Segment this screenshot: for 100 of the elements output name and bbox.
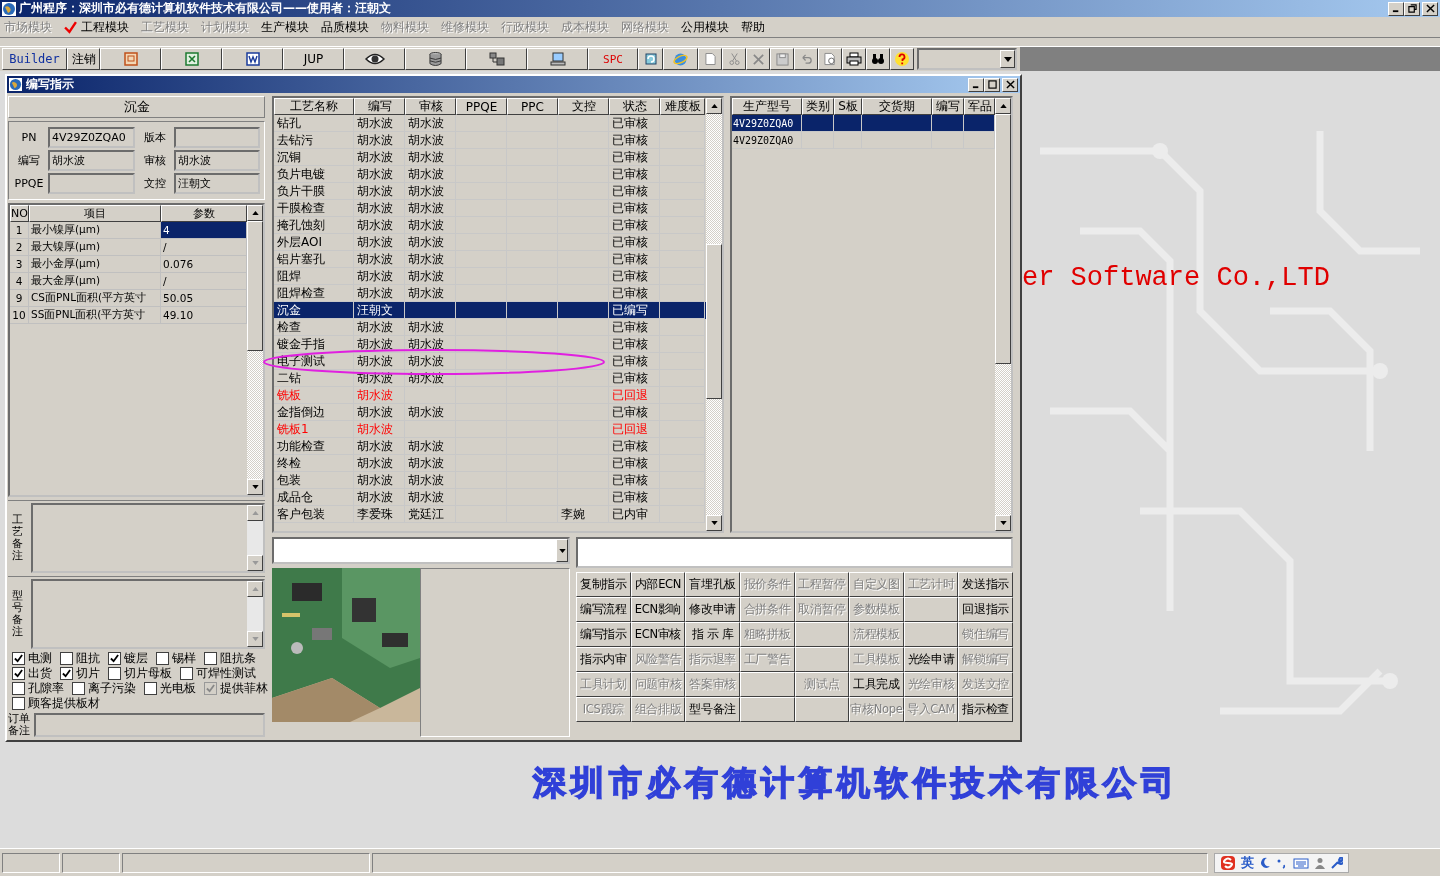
print-button[interactable] [842,48,866,70]
moon-icon[interactable] [1259,856,1271,869]
column-header[interactable]: 生产型号 [732,98,802,115]
text-field[interactable]: 汪朝文 [173,173,260,194]
scroll-down-button[interactable] [247,554,263,571]
table-row[interactable]: 金指倒边 胡水波 胡水波 已审核 [274,404,706,421]
column-header[interactable]: 工艺名称 [274,98,354,115]
action-button[interactable]: 指示内审 [576,647,631,672]
checkbox[interactable] [60,666,73,680]
scrollbar[interactable] [247,504,263,571]
action-button[interactable]: 工具完成 [849,672,904,697]
document-button[interactable] [222,48,283,70]
find-button[interactable] [866,48,890,70]
table-row[interactable]: 负片电镀 胡水波 胡水波 已审核 [274,166,706,183]
computer-button[interactable] [527,48,588,70]
minimize-button[interactable] [968,77,984,92]
checkbox[interactable] [12,681,25,695]
scroll-up-button[interactable] [247,504,263,521]
logout-button[interactable]: 注销 [67,48,100,70]
column-header[interactable]: 编写 [354,98,405,115]
action-button[interactable]: 复制指示 [576,572,631,597]
column-header[interactable]: 文控 [558,98,609,115]
column-header[interactable]: 项目 [29,205,161,222]
text-field[interactable]: 胡水波 [48,150,135,171]
input-mode-toggle[interactable]: 英 [1241,853,1254,872]
action-button[interactable]: 编写流程 [576,597,631,622]
table-row[interactable]: 成品仓 胡水波 胡水波 已审核 [274,489,706,506]
scrollbar[interactable] [247,205,263,495]
menu-item[interactable]: 帮助 [741,18,765,36]
table-row[interactable]: 镀金手指 胡水波 胡水波 已审核 [274,336,706,353]
column-header[interactable]: NO [10,205,29,222]
column-header[interactable]: S板 [834,98,862,115]
scroll-down-button[interactable] [247,478,263,495]
checkbox[interactable] [156,651,169,665]
dropdown[interactable] [272,537,570,564]
checkbox[interactable] [72,681,85,695]
table-row[interactable]: 去钻污 胡水波 胡水波 已审核 [274,132,706,149]
text-field[interactable]: 4V29Z0ZQA0 [48,127,135,148]
scroll-up-button[interactable] [995,98,1011,114]
table-row[interactable]: 包装 胡水波 胡水波 已审核 [274,472,706,489]
jup-button[interactable]: JUP [283,48,344,70]
spreadsheet-button[interactable] [161,48,222,70]
checkbox[interactable] [12,651,25,665]
text-field[interactable] [173,127,260,148]
checkbox[interactable] [12,666,25,680]
eye-button[interactable] [344,48,405,70]
menu-item[interactable]: 公用模块 [681,18,729,36]
text-field[interactable] [48,173,135,194]
table-row[interactable]: 4V29Z0ZQA0 [732,115,995,132]
checkbox[interactable] [204,651,217,665]
action-button[interactable]: 光绘申请 [903,647,959,672]
table-row[interactable]: 掩孔蚀刻 胡水波 胡水波 已审核 [274,217,706,234]
column-header[interactable]: PPQE [456,98,507,115]
slides-button[interactable] [100,48,161,70]
minimize-button[interactable] [1388,1,1404,16]
print-preview-button[interactable] [818,48,842,70]
wrench-icon[interactable] [1331,856,1343,869]
table-row[interactable]: 负片干膜 胡水波 胡水波 已审核 [274,183,706,200]
checkbox[interactable] [108,666,121,680]
table-row[interactable]: 检查 胡水波 胡水波 已审核 [274,319,706,336]
column-header[interactable]: 难度板 [660,98,705,115]
note-field[interactable] [34,712,265,737]
column-header[interactable]: 编写 [932,98,964,115]
table-row[interactable]: 功能检查 胡水波 胡水波 已审核 [274,438,706,455]
checkbox[interactable] [180,666,193,680]
checkbox[interactable] [144,681,157,695]
column-header[interactable]: 审核 [405,98,456,115]
ime-logo-icon[interactable] [1220,854,1236,871]
scrollbar[interactable] [247,580,263,647]
note-field[interactable] [31,502,265,573]
action-button[interactable]: 发送指示 [958,572,1013,597]
network-button[interactable] [466,48,527,70]
checkbox[interactable] [60,651,73,665]
builder-button[interactable]: Builder [2,48,67,70]
table-row[interactable]: 钻孔 胡水波 胡水波 已审核 [274,115,706,132]
database-button[interactable] [405,48,466,70]
new-file-button[interactable] [698,48,722,70]
column-header[interactable]: PPC [507,98,558,115]
restore-button[interactable] [1404,1,1420,16]
undo-button[interactable] [794,48,818,70]
close-button[interactable] [1002,77,1018,92]
column-header[interactable]: 状态 [609,98,660,115]
action-button[interactable]: 回退指示 [958,597,1013,622]
menu-item[interactable]: 品质模块 [321,18,369,36]
action-button[interactable]: ECN审核 [630,622,686,647]
dropdown-button[interactable] [1000,50,1015,68]
table-row[interactable]: 沉铜 胡水波 胡水波 已审核 [274,149,706,166]
table-row[interactable]: 客户包装 李爱珠 党廷江 李婉 已内审 [274,506,706,523]
scroll-down-button[interactable] [247,630,263,647]
menu-item[interactable]: 生产模块 [261,18,309,36]
scroll-down-button[interactable] [995,515,1011,531]
checkbox[interactable] [108,651,121,665]
dropdown-button[interactable] [556,539,568,562]
table-row[interactable]: 终检 胡水波 胡水波 已审核 [274,455,706,472]
action-button[interactable]: 编写指示 [576,622,631,647]
text-field[interactable] [576,537,1013,568]
action-button[interactable]: 指 示 库 [685,622,740,647]
action-button[interactable]: 指示检查 [958,697,1013,722]
table-row[interactable]: 沉金 汪朝文 已编写 [274,302,706,319]
action-button[interactable]: 修改申请 [685,597,740,622]
